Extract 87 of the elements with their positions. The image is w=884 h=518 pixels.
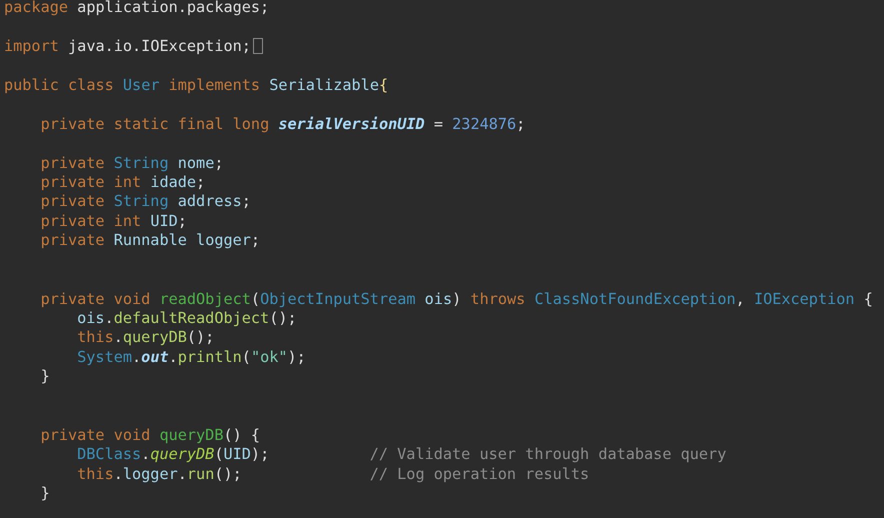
method-call: run — [186, 464, 214, 482]
code-text: . — [132, 348, 142, 366]
code-text: = — [434, 114, 443, 133]
code-text: (); — [214, 464, 242, 482]
code-text: . — [114, 464, 123, 482]
fold-marker-icon[interactable] — [252, 38, 263, 54]
identifier: Serializable — [269, 76, 379, 94]
identifier: logger — [196, 231, 251, 250]
code-text: ); — [250, 445, 270, 464]
identifier: logger — [122, 464, 178, 482]
keyword: this — [77, 328, 114, 346]
code-text: . — [104, 309, 114, 327]
string-literal: "ok" — [250, 348, 288, 366]
keyword: private — [40, 426, 105, 444]
type-name: IOException — [754, 290, 855, 308]
code-text: ); — [288, 348, 306, 366]
keyword: public — [4, 76, 59, 94]
code-text: . — [141, 445, 150, 464]
identifier: UID — [150, 212, 178, 230]
identifier: UID — [223, 445, 251, 464]
keyword: private — [40, 154, 105, 172]
code-text: } — [40, 367, 50, 386]
keyword: int — [114, 172, 142, 191]
type-name: ClassNotFoundException — [534, 290, 736, 308]
code-text: { — [864, 290, 873, 308]
code-text: ; — [242, 192, 251, 210]
code-text: application.packages; — [77, 0, 270, 16]
code-text: () { — [223, 426, 260, 444]
keyword: int — [114, 212, 142, 230]
method-call: queryDB — [150, 445, 214, 464]
keyword: long — [232, 114, 270, 133]
type-name: String — [114, 192, 169, 210]
code-text: (); — [269, 309, 297, 327]
code-text: ( — [242, 348, 251, 366]
identifier: ois — [424, 290, 452, 308]
method-name: queryDB — [159, 426, 224, 444]
code-text: ; — [178, 212, 187, 230]
type-name: DBClass — [77, 445, 142, 464]
method-name: readObject — [159, 290, 251, 308]
keyword: class — [68, 76, 114, 94]
code-text: ( — [250, 290, 260, 308]
static-field: out — [141, 348, 169, 366]
code-text: } — [40, 484, 50, 502]
type-name: System — [77, 348, 132, 366]
method-call: queryDB — [122, 328, 187, 346]
keyword: package — [4, 0, 68, 16]
number-literal: 2324876 — [452, 114, 516, 133]
keyword: throws — [470, 290, 526, 308]
code-text: ) — [452, 290, 462, 308]
keyword: private — [40, 231, 105, 250]
keyword: void — [114, 290, 150, 308]
code-text: ( — [214, 445, 224, 464]
identifier: address — [178, 192, 242, 210]
keyword: void — [114, 426, 150, 444]
keyword: private — [40, 192, 105, 210]
code-text: (); — [186, 328, 214, 346]
code-comment: // Log operation results — [370, 464, 590, 482]
code-text: ; — [214, 154, 224, 172]
code-text: ; — [196, 172, 206, 191]
identifier: nome — [178, 154, 214, 172]
keyword: private — [40, 212, 105, 230]
keyword: import — [4, 36, 59, 55]
code-text: . — [168, 348, 178, 366]
type-name: ObjectInputStream — [260, 290, 416, 308]
code-text: , — [736, 290, 745, 308]
method-call: println — [178, 348, 242, 366]
method-call: defaultReadObject — [114, 309, 270, 327]
identifier: idade — [150, 172, 196, 191]
keyword: final — [178, 114, 224, 133]
keyword: private — [40, 290, 105, 308]
keyword: implements — [168, 76, 260, 94]
keyword: static — [114, 114, 169, 133]
code-text: ; — [516, 114, 526, 133]
code-text: java.io.IOException; — [68, 36, 251, 55]
static-field: serialVersionUID — [278, 114, 425, 133]
keyword: private — [40, 172, 105, 191]
type-name: User — [122, 76, 160, 94]
code-text: . — [178, 464, 187, 482]
keyword: private — [40, 114, 105, 133]
keyword: this — [77, 464, 114, 482]
identifier: ois — [77, 309, 105, 327]
code-text: ; — [250, 231, 260, 250]
code-text: . — [114, 328, 123, 346]
type-name: String — [114, 154, 169, 172]
identifier: Runnable — [114, 231, 187, 250]
code-comment: // Validate user through database query — [370, 445, 726, 464]
brace: { — [378, 76, 388, 94]
